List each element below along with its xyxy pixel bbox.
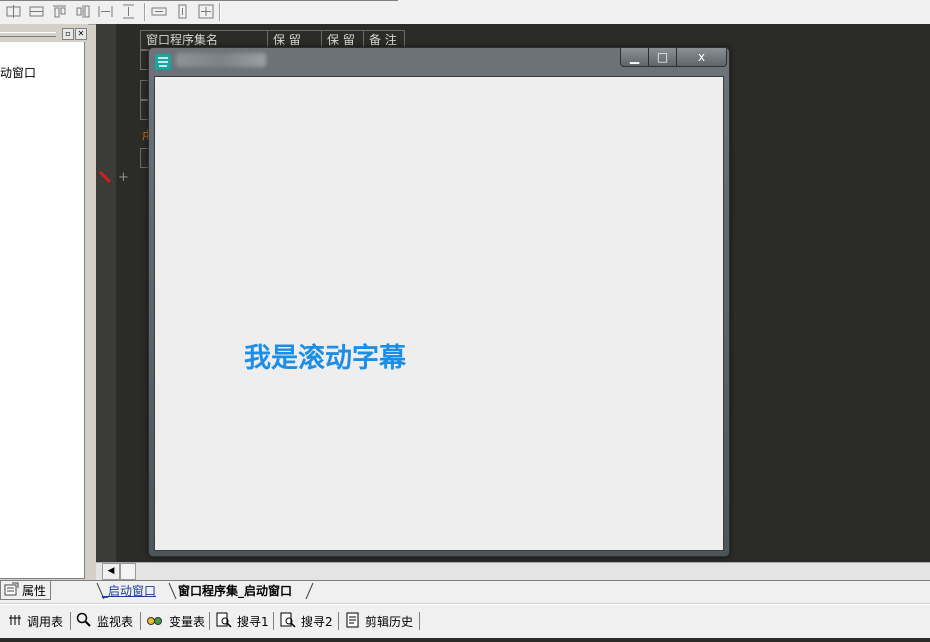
center-icon[interactable]: [198, 4, 214, 19]
v-space-icon[interactable]: [175, 4, 191, 19]
variable-table-button[interactable]: 变量表: [146, 611, 205, 631]
close-button[interactable]: x: [677, 48, 726, 66]
watch-table-label: 监视表: [97, 614, 134, 629]
scroll-thumb[interactable]: [120, 563, 136, 580]
tab-edge: [305, 582, 314, 600]
same-height-icon[interactable]: [121, 4, 137, 19]
call-table-label: 调用表: [27, 614, 64, 629]
search-doc-icon: [216, 612, 232, 631]
align-left-icon[interactable]: [6, 4, 22, 19]
panel-close-icon[interactable]: ✕: [75, 28, 87, 40]
layout-toolbar: [0, 0, 930, 25]
expand-icon[interactable]: +: [118, 170, 129, 185]
watch-table-button[interactable]: 监视表: [76, 611, 133, 631]
call-table-icon: [8, 613, 22, 630]
pencil-icon: [98, 170, 114, 186]
call-table-button[interactable]: 调用表: [8, 611, 63, 631]
align-center-icon[interactable]: [29, 4, 45, 19]
search1-button[interactable]: 搜寻1: [216, 611, 269, 631]
tab-assembly-startup-window[interactable]: 窗口程序集_启动窗口: [178, 582, 292, 600]
document-icon: [346, 612, 360, 631]
clipboard-history-label: 剪辑历史: [365, 614, 414, 629]
tab-startup-window[interactable]: _启动窗口: [102, 582, 156, 600]
editor-gutter: [96, 24, 116, 562]
tree-item-window[interactable]: 动窗口: [0, 64, 36, 81]
clipboard-history-button[interactable]: 剪辑历史: [346, 611, 413, 631]
search-doc-icon: [280, 612, 296, 631]
variables-icon: [146, 613, 164, 630]
panel-restore-icon[interactable]: ▫: [62, 28, 74, 40]
properties-icon: [3, 582, 19, 599]
search2-label: 搜寻2: [301, 614, 333, 629]
search2-button[interactable]: 搜寻2: [280, 611, 333, 631]
scroll-left-icon[interactable]: ◀: [102, 563, 120, 580]
align-middle-icon[interactable]: [75, 4, 91, 19]
window-title: [176, 53, 266, 67]
magnifier-icon: [76, 612, 92, 631]
tab-properties[interactable]: 属性: [0, 581, 52, 600]
app-icon: [155, 54, 171, 70]
variable-table-label: 变量表: [169, 614, 206, 629]
search1-label: 搜寻1: [237, 614, 269, 629]
tab-edge: [168, 582, 177, 600]
panel-header: ▫ ✕: [0, 26, 88, 40]
maximize-button[interactable]: □: [649, 48, 677, 66]
same-width-icon[interactable]: [98, 4, 114, 19]
align-top-icon[interactable]: [52, 4, 68, 19]
window-controls: ▁ □ x: [620, 48, 727, 67]
scrolling-marquee-label: 我是滚动字幕: [244, 343, 406, 374]
horizontal-scrollbar[interactable]: ◀: [96, 562, 930, 580]
minimize-button[interactable]: ▁: [621, 48, 649, 66]
tab-properties-label: 属性: [22, 583, 47, 598]
window-client-area: [154, 76, 724, 551]
h-space-icon[interactable]: [151, 4, 167, 19]
project-tree[interactable]: 动窗口: [0, 42, 85, 579]
